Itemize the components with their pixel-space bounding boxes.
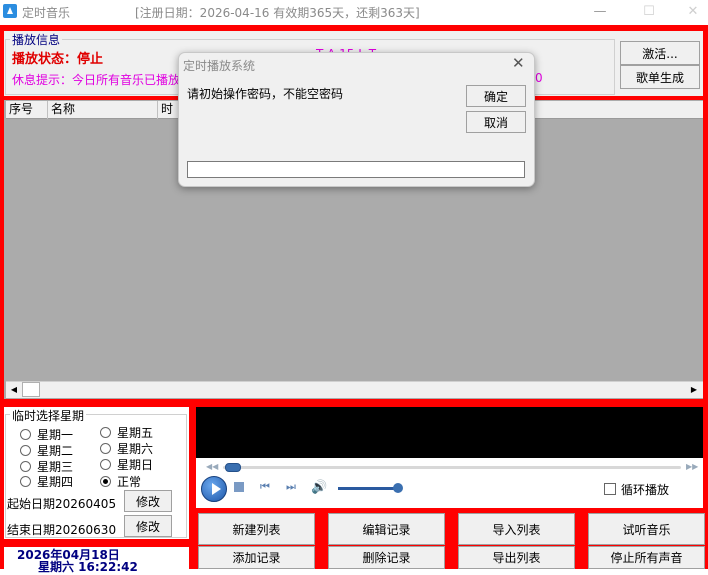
password-input[interactable] (187, 161, 525, 178)
radio-label: 星期六 (117, 442, 154, 456)
radio-label: 星期一 (37, 428, 74, 442)
scroll-right-icon[interactable]: ▶ (688, 383, 700, 396)
next-icon[interactable]: ⏭ (286, 480, 296, 494)
seek-right-icon: ▶▶ (686, 462, 699, 471)
radio-normal[interactable]: 正常 (100, 473, 141, 490)
modify-start-date-button[interactable]: 修改 (124, 490, 172, 512)
scroll-left-icon[interactable]: ◀ (8, 383, 20, 396)
export-list-button[interactable]: 导出列表 (458, 546, 575, 569)
radio-label: 星期五 (117, 426, 154, 440)
volume-thumb[interactable] (393, 483, 403, 493)
radio-circle-icon[interactable] (20, 429, 31, 440)
end-date: 结束日期20260630 (7, 523, 117, 537)
radio-friday[interactable]: 星期五 (100, 424, 153, 441)
radio-label: 星期日 (117, 458, 154, 472)
loop-label: 循环播放 (621, 483, 670, 497)
dialog-cancel-button[interactable]: 取消 (466, 111, 526, 133)
column-header-number[interactable]: 序号 (6, 101, 48, 119)
radio-label: 正常 (117, 475, 142, 489)
radio-circle-checked-icon[interactable] (100, 476, 111, 487)
volume-icon[interactable]: 🔊 (311, 480, 327, 495)
songlist-generate-button[interactable]: 歌单生成 (620, 65, 700, 89)
start-date: 起始日期20260405 (7, 497, 117, 511)
seek-thumb[interactable] (225, 463, 241, 472)
scrollbar-thumb[interactable] (22, 382, 40, 397)
registration-info: [注册日期：2026-04-16 有效期365天，还剩363天] (135, 6, 420, 20)
play-icon[interactable] (212, 483, 221, 495)
window-title: 定时音乐 (22, 6, 71, 20)
column-header-name[interactable]: 名称 (48, 101, 158, 119)
radio-label: 星期四 (37, 475, 74, 489)
previous-icon[interactable]: ⏮ (260, 480, 270, 494)
dialog-message: 请初始操作密码，不能空密码 (187, 87, 344, 101)
play-status: 播放状态：停止 (12, 52, 104, 67)
clock-time: 星期六 16:22:42 (38, 560, 138, 574)
radio-monday[interactable]: 星期一 (20, 426, 73, 443)
week-legend: 临时选择星期 (10, 407, 87, 424)
stop-all-sound-button[interactable]: 停止所有声音 (588, 546, 705, 569)
app-icon (3, 4, 17, 18)
radio-tuesday[interactable]: 星期二 (20, 442, 73, 459)
import-list-button[interactable]: 导入列表 (458, 513, 575, 545)
rest-tip: 休息提示：今日所有音乐已播放 (12, 73, 181, 87)
activate-button[interactable]: 激活... (620, 41, 700, 65)
close-button[interactable]: ✕ (678, 2, 708, 22)
new-list-button[interactable]: 新建列表 (198, 513, 315, 545)
maximize-button[interactable]: ☐ (634, 2, 664, 22)
scrolling-text-tail: 0 (535, 71, 543, 85)
horizontal-scrollbar[interactable] (6, 381, 703, 398)
modify-end-date-button[interactable]: 修改 (124, 515, 172, 537)
radio-circle-icon[interactable] (20, 476, 31, 487)
dialog-ok-button[interactable]: 确定 (466, 85, 526, 107)
frame-divider-2 (0, 399, 708, 407)
minimize-button[interactable]: — (585, 2, 615, 22)
dialog-close-icon[interactable]: ✕ (512, 54, 525, 72)
stop-icon[interactable] (234, 482, 244, 492)
loop-checkbox[interactable] (604, 483, 616, 495)
radio-sunday[interactable]: 星期日 (100, 456, 153, 473)
radio-circle-icon[interactable] (20, 461, 31, 472)
seek-left-icon: ◀◀ (206, 462, 219, 471)
dialog-title: 定时播放系统 (183, 59, 256, 73)
radio-saturday[interactable]: 星期六 (100, 440, 153, 457)
radio-thursday[interactable]: 星期四 (20, 473, 73, 490)
radio-label: 星期二 (37, 444, 74, 458)
radio-circle-icon[interactable] (100, 459, 111, 470)
video-display (196, 407, 703, 458)
delete-record-button[interactable]: 删除记录 (328, 546, 445, 569)
add-record-button[interactable]: 添加记录 (198, 546, 315, 569)
frame-right (703, 25, 708, 569)
edit-record-button[interactable]: 编辑记录 (328, 513, 445, 545)
info-legend: 播放信息 (10, 31, 63, 48)
radio-circle-icon[interactable] (20, 445, 31, 456)
preview-music-button[interactable]: 试听音乐 (588, 513, 705, 545)
seek-bar[interactable] (223, 466, 681, 469)
radio-circle-icon[interactable] (100, 427, 111, 438)
radio-circle-icon[interactable] (100, 443, 111, 454)
